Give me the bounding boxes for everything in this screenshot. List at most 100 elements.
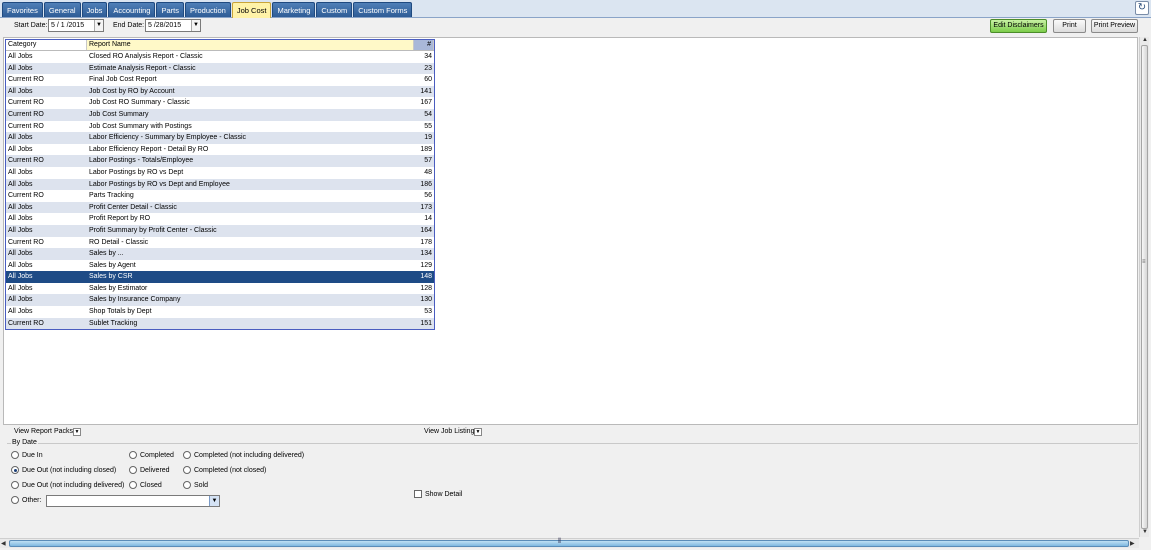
start-date-picker[interactable]: 5 / 1 /2015 ▼ [48, 19, 104, 32]
chevron-down-icon[interactable]: ▼ [73, 428, 81, 436]
vertical-scrollbar[interactable]: ▲ ≡ ▼ [1139, 37, 1149, 537]
category-cell: All Jobs [8, 273, 33, 281]
table-row[interactable]: Current RO RO Detail - Classic 178 [6, 237, 434, 249]
number-column-header[interactable]: # [414, 40, 434, 50]
report-name-cell: Labor Efficiency - Summary by Employee -… [89, 134, 247, 142]
table-row[interactable]: All Jobs Labor Postings by RO vs Dept 48 [6, 167, 434, 179]
radio-icon[interactable] [183, 466, 191, 474]
table-row[interactable]: All Jobs Sales by Insurance Company 130 [6, 294, 434, 307]
table-row[interactable]: All Jobs Labor Efficiency - Summary by Em… [6, 132, 434, 144]
radio-sold[interactable]: Sold [183, 481, 208, 489]
radio-completed-not-closed[interactable]: Completed (not closed) [183, 466, 266, 474]
table-row[interactable]: All Jobs Closed RO Analysis Report - Clas… [6, 51, 434, 63]
category-cell: Current RO [8, 99, 44, 107]
tab-job-cost[interactable]: Job Cost [231, 2, 272, 18]
radio-icon[interactable] [11, 451, 19, 459]
category-cell: All Jobs [8, 308, 33, 316]
horizontal-scrollbar[interactable]: ◀ ⦀ ▶ [0, 538, 1139, 548]
edit-disclaimers-button[interactable]: Edit Disclaimers [990, 19, 1047, 33]
table-row[interactable]: All Jobs Shop Totals by Dept 53 [6, 306, 434, 318]
category-column-header[interactable]: Category [6, 40, 87, 50]
radio-icon[interactable] [129, 481, 137, 489]
table-row[interactable]: Current RO Job Cost Summary 54 [6, 108, 434, 121]
table-row[interactable]: All Jobs Profit Summary by Profit Center … [6, 224, 434, 237]
radio-due-out-not-delivered[interactable]: Due Out (not including delivered) [11, 481, 124, 489]
table-row[interactable]: All Jobs Job Cost by RO by Account 141 [6, 85, 434, 98]
table-row[interactable]: Current RO Final Job Cost Report 60 [6, 74, 434, 86]
vertical-scroll-thumb[interactable] [1141, 45, 1148, 529]
radio-icon[interactable] [11, 481, 19, 489]
table-row[interactable]: Current RO Job Cost Summary with Postings… [6, 121, 434, 133]
checkbox-icon[interactable] [414, 490, 422, 498]
table-row[interactable]: All Jobs Labor Postings by RO vs Dept and… [6, 178, 434, 191]
table-row[interactable]: All Jobs Sales by Estimator 128 [6, 283, 434, 295]
report-number-cell: 53 [424, 308, 432, 316]
radio-icon[interactable] [129, 451, 137, 459]
table-row[interactable]: Current RO Sublet Tracking 151 [6, 317, 434, 330]
tab-accounting[interactable]: Accounting [108, 2, 156, 17]
table-row[interactable]: All Jobs Sales by Agent 129 [6, 260, 434, 272]
report-name-cell: Estimate Analysis Report - Classic [89, 64, 196, 72]
report-number-cell: 151 [420, 319, 432, 327]
scroll-left-icon[interactable]: ◀ [1, 540, 6, 547]
show-detail-label: Show Detail [425, 490, 463, 498]
report-name-cell: Job Cost Summary [89, 110, 149, 118]
chevron-down-icon[interactable]: ▼ [94, 20, 103, 31]
table-row[interactable]: All Jobs Profit Report by RO 14 [6, 213, 434, 225]
radio-icon[interactable] [129, 466, 137, 474]
radio-completed[interactable]: Completed [129, 451, 174, 459]
radio-icon[interactable] [11, 466, 19, 474]
date-toolbar: Start Date: 5 / 1 /2015 ▼ End Date: 5 /2… [0, 18, 1151, 37]
radio-other[interactable]: Other: [11, 496, 41, 504]
print-preview-button[interactable]: Print Preview [1091, 19, 1138, 33]
table-row[interactable]: All Jobs Profit Center Detail - Classic 17… [6, 201, 434, 214]
table-row[interactable]: All Jobs Estimate Analysis Report - Class… [6, 62, 434, 75]
table-row[interactable]: Current RO Parts Tracking 56 [6, 190, 434, 202]
refresh-icon[interactable]: ↻ [1135, 1, 1149, 15]
table-row[interactable]: Current RO Job Cost RO Summary - Classic 1… [6, 97, 434, 109]
report-name-cell: Profit Center Detail - Classic [89, 203, 177, 211]
radio-label: Due In [22, 451, 43, 459]
report-name-cell: Sales by Agent [89, 261, 136, 269]
tab-jobs[interactable]: Jobs [81, 2, 108, 17]
scroll-right-icon[interactable]: ▶ [1130, 540, 1135, 547]
radio-delivered[interactable]: Delivered [129, 466, 170, 474]
tab-favorites[interactable]: Favorites [2, 2, 43, 17]
report-name-column-header[interactable]: Report Name [87, 40, 414, 50]
tab-custom-forms[interactable]: Custom Forms [353, 2, 413, 17]
radio-icon[interactable] [183, 451, 191, 459]
end-date-picker[interactable]: 5 /28/2015 ▼ [145, 19, 201, 32]
tab-custom[interactable]: Custom [316, 2, 353, 17]
radio-closed[interactable]: Closed [129, 481, 162, 489]
radio-icon[interactable] [183, 481, 191, 489]
table-row[interactable]: All Jobs Labor Efficiency Report - Detail… [6, 144, 434, 156]
table-row[interactable]: Current RO Labor Postings - Totals/Employ… [6, 155, 434, 167]
show-detail-checkbox[interactable]: Show Detail [414, 490, 462, 498]
horizontal-scroll-thumb[interactable] [9, 540, 1129, 547]
other-date-combo[interactable]: ▼ [46, 495, 220, 507]
radio-completed-not-delivered[interactable]: Completed (not including delivered) [183, 451, 304, 459]
scroll-down-icon[interactable]: ▼ [1142, 529, 1148, 535]
scroll-up-icon[interactable]: ▲ [1142, 37, 1148, 43]
chevron-down-icon[interactable]: ▼ [209, 496, 219, 506]
tab-production[interactable]: Production [185, 2, 231, 17]
report-name-cell: Labor Efficiency Report - Detail By RO [89, 145, 209, 153]
print-button[interactable]: Print [1053, 19, 1086, 33]
radio-due-out-not-closed[interactable]: Due Out (not including closed) [11, 466, 116, 474]
report-number-cell: 48 [424, 168, 432, 176]
report-name-cell: Parts Tracking [89, 192, 134, 200]
chevron-down-icon[interactable]: ▼ [474, 428, 482, 436]
tab-parts[interactable]: Parts [156, 2, 184, 17]
table-row[interactable]: All Jobs Sales by CSR 148 [6, 271, 434, 283]
radio-due-in[interactable]: Due In [11, 451, 43, 459]
module-tab-bar: Favorites General Jobs Accounting Parts Produ… [0, 0, 1151, 18]
report-name-cell: Sublet Tracking [89, 319, 138, 327]
chevron-down-icon[interactable]: ▼ [191, 20, 200, 31]
report-number-cell: 164 [420, 226, 432, 234]
category-cell: All Jobs [8, 134, 33, 142]
tab-marketing[interactable]: Marketing [272, 2, 316, 17]
table-row[interactable]: All Jobs Sales by ... 134 [6, 248, 434, 260]
by-date-title: By Date [11, 439, 38, 446]
radio-icon[interactable] [11, 496, 19, 504]
tab-general[interactable]: General [43, 2, 81, 17]
